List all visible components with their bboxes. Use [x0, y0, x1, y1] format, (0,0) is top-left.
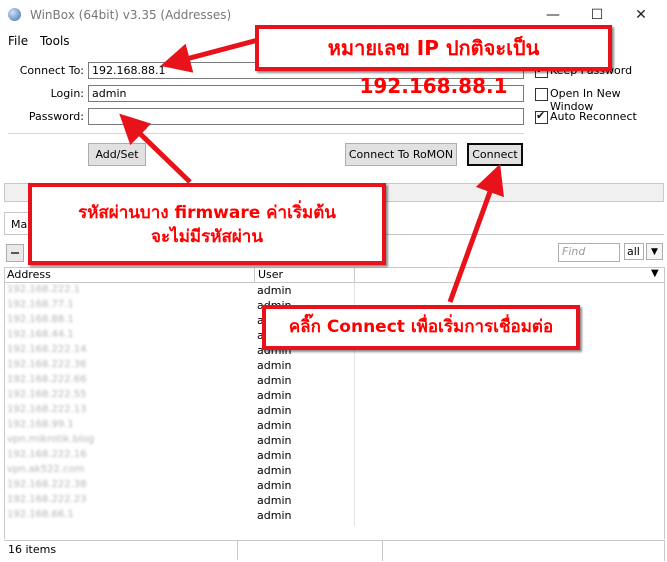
arrow-to-ip	[160, 37, 259, 73]
callout-ip: หมายเลข IP ปกติจะเป็น 192.168.88.1	[255, 25, 612, 98]
annotation-arrows	[119, 37, 504, 303]
arrow-to-connect	[447, 163, 504, 303]
callout-connect: คลิ๊ก Connect เพื่อเริ่มการเชื่อมต่อ	[262, 305, 580, 350]
callout-password-line2: จะไม่มีรหัสผ่าน	[151, 227, 263, 247]
callout-password: รหัสผ่านบาง firmware ค่าเริ่มต้น จะไม่มี…	[28, 183, 386, 265]
callout-password-line1: รหัสผ่านบาง firmware ค่าเริ่มต้น	[78, 203, 336, 223]
arrow-to-password	[119, 113, 192, 184]
